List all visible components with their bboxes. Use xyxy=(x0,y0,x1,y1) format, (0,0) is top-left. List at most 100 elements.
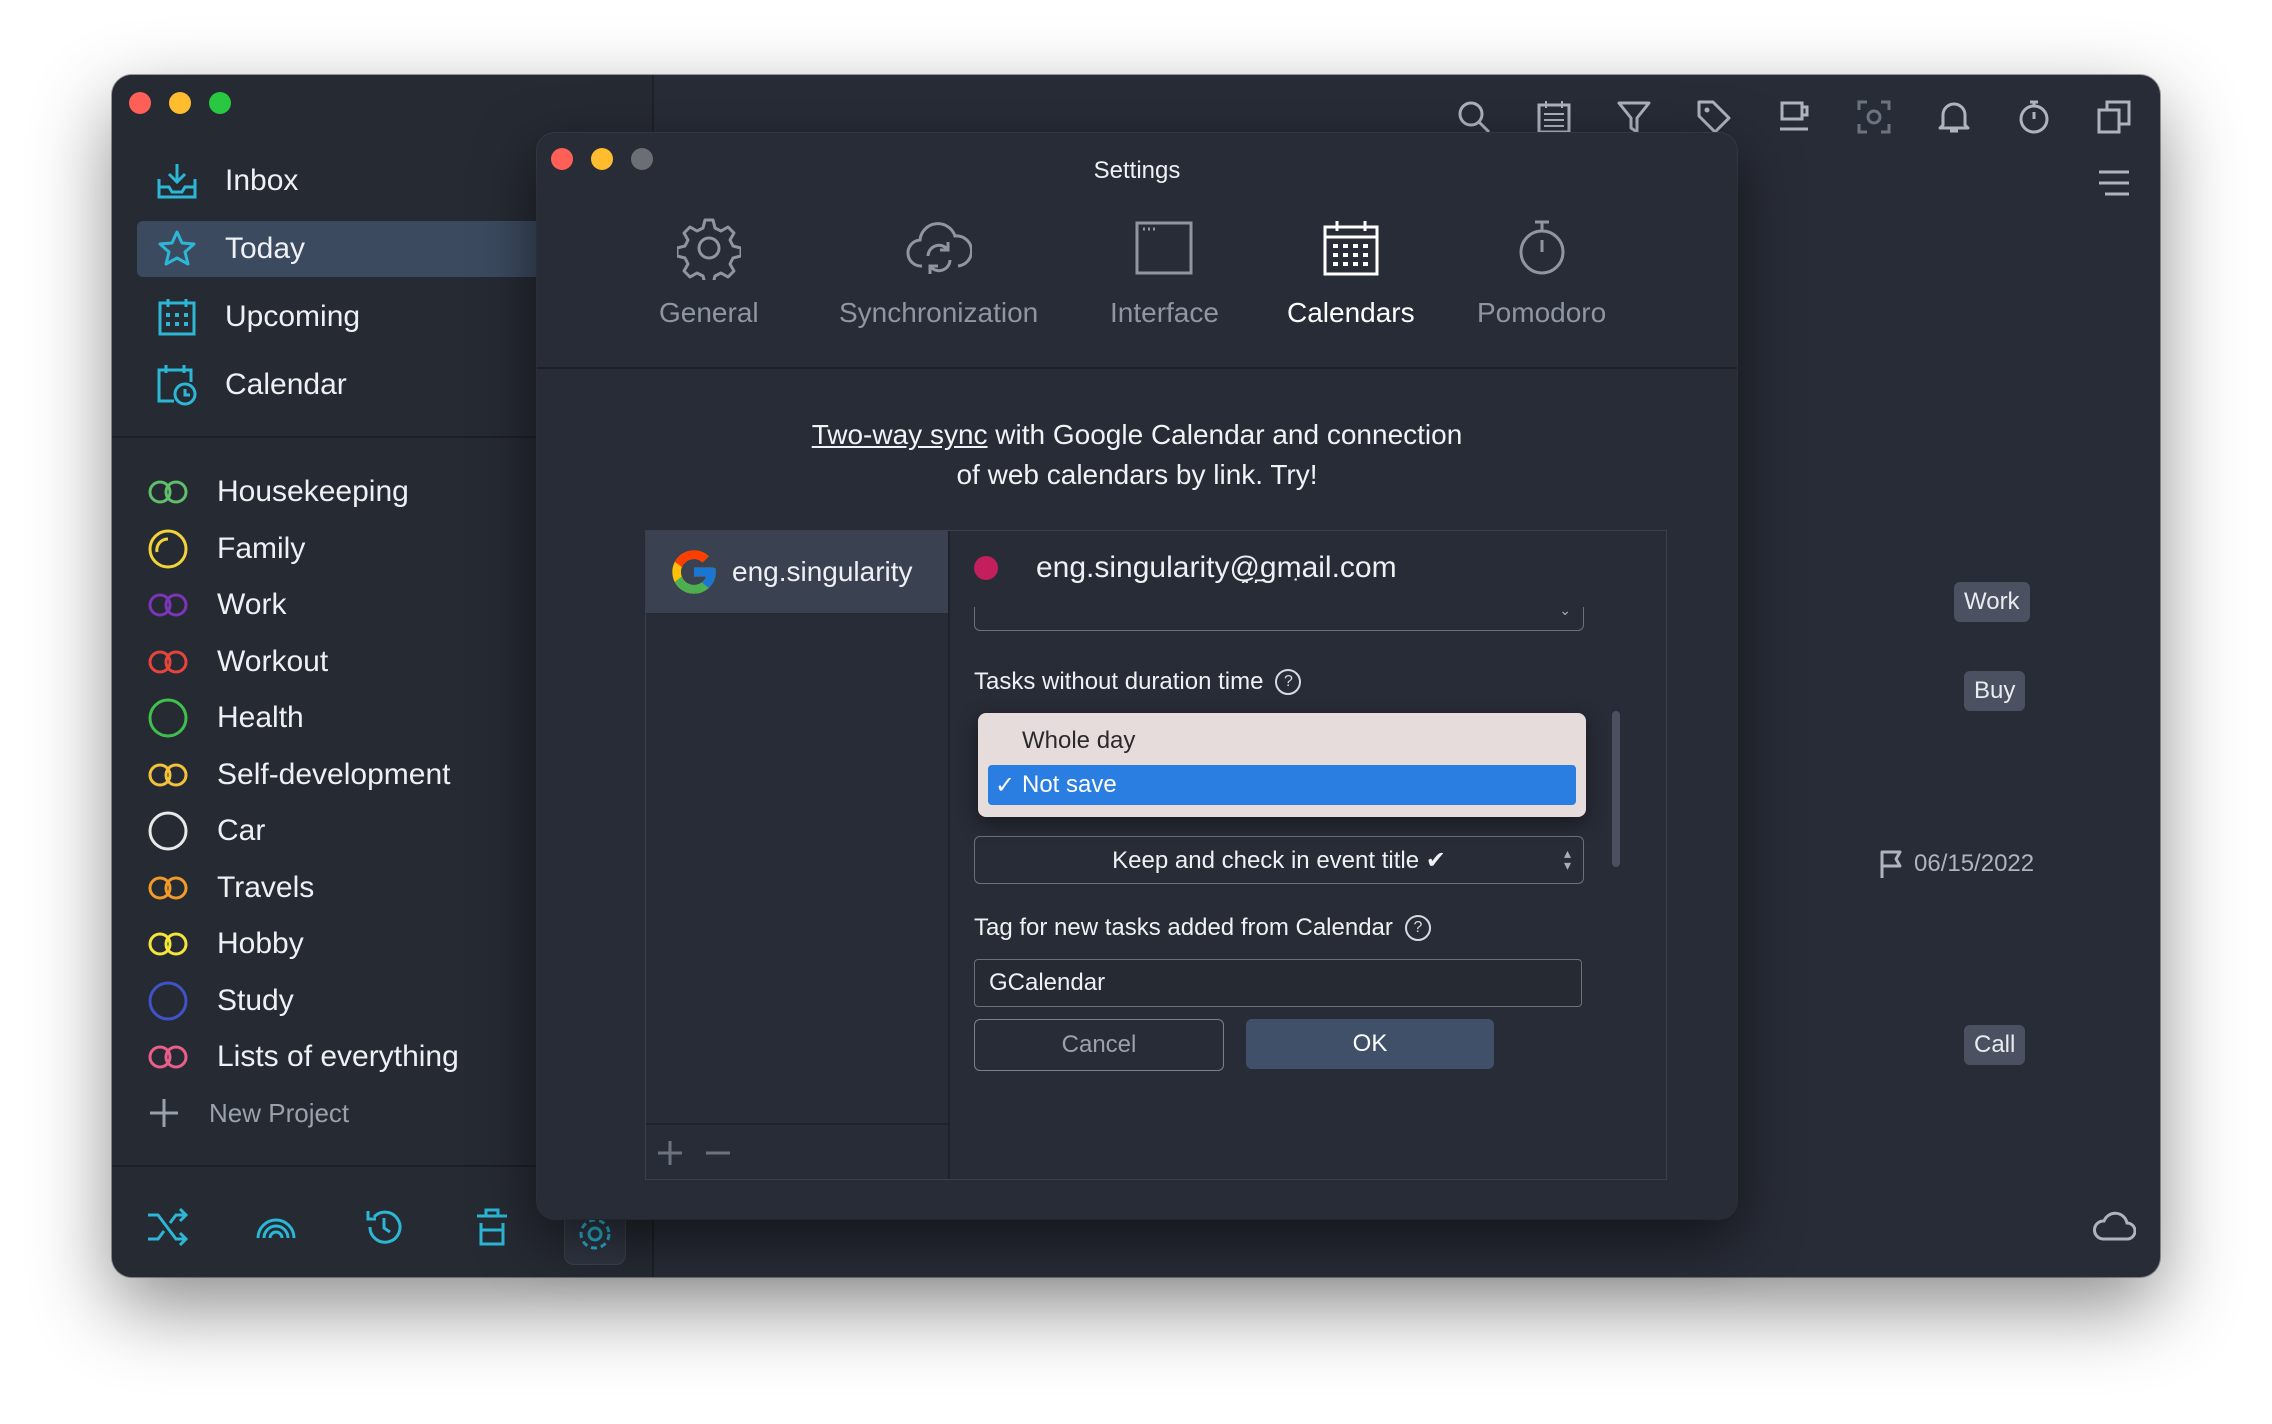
two-way-sync-link[interactable]: Two-way sync xyxy=(812,419,988,450)
circle-icon xyxy=(147,980,189,1022)
account-email: eng.singularity@gmail.com xyxy=(1036,551,1397,584)
task-tag-chip: Buy xyxy=(1964,671,2026,711)
intro-line2: of web calendars by link. Try! xyxy=(956,459,1318,490)
stopwatch-icon[interactable] xyxy=(2012,95,2056,139)
account-header: eng.singularity@gmail.com xyxy=(974,551,1397,585)
tab-interface[interactable]: Interface xyxy=(1110,213,1219,329)
tag-label-text: Tag for new tasks added from Calendar xyxy=(974,914,1393,941)
trash-icon[interactable] xyxy=(468,1203,516,1251)
account-list-footer xyxy=(646,1123,948,1125)
option-label: Whole day xyxy=(1022,727,1136,754)
calendars-intro: Two-way sync with Google Calendar and co… xyxy=(537,415,1737,495)
google-icon xyxy=(672,550,716,594)
rainbow-icon[interactable] xyxy=(252,1203,300,1251)
gear-icon xyxy=(674,213,744,283)
sidebar-project-item[interactable]: Study xyxy=(147,976,294,1026)
add-account-button[interactable] xyxy=(650,1135,690,1171)
tab-calendars-label: Calendars xyxy=(1287,297,1415,328)
account-list-item[interactable]: eng.singularity xyxy=(646,531,948,613)
sidebar-project-item[interactable]: Lists of everything xyxy=(147,1032,459,1082)
minimize-window-button[interactable] xyxy=(169,92,191,114)
event-title-select-value: Keep and check in event title ✔ xyxy=(1112,846,1446,874)
infinity-icon xyxy=(147,762,189,788)
dropdown-option-whole-day[interactable]: Whole day xyxy=(988,721,1576,761)
sidebar-project-item[interactable]: Self-development xyxy=(147,750,450,800)
sidebar-project-item[interactable]: Travels xyxy=(147,863,314,913)
history-icon[interactable] xyxy=(360,1203,408,1251)
sidebar-project-item[interactable]: Hobby xyxy=(147,919,304,969)
sidebar-project-label: Workout xyxy=(217,645,329,678)
ok-button[interactable]: OK xyxy=(1246,1019,1494,1069)
focus-icon[interactable] xyxy=(1852,95,1896,139)
dialog-title: Settings xyxy=(1093,157,1181,184)
infinity-icon xyxy=(147,592,189,618)
help-icon[interactable]: ? xyxy=(1275,669,1302,695)
infinity-icon xyxy=(147,479,189,505)
nav-upcoming-label: Upcoming xyxy=(225,300,361,333)
windows-icon[interactable] xyxy=(2092,95,2136,139)
sidebar-project-item[interactable]: Family xyxy=(147,524,305,574)
tab-general[interactable]: General xyxy=(659,213,759,329)
menu-icon[interactable] xyxy=(2092,161,2136,205)
sidebar-project-label: Housekeeping xyxy=(217,475,409,508)
sidebar-project-item[interactable]: Work xyxy=(147,580,286,630)
infinity-icon xyxy=(147,931,189,957)
sidebar-project-label: Lists of everything xyxy=(217,1040,459,1073)
account-detail: eng.singularity@gmail.com 15 min. ⌄ Task… xyxy=(950,531,1666,1179)
due-date-text: 06/15/2022 xyxy=(1914,850,2035,877)
cancel-button[interactable]: Cancel xyxy=(974,1019,1224,1071)
sidebar-project-label: Car xyxy=(217,814,266,847)
help-icon[interactable]: ? xyxy=(1404,915,1431,941)
account-color-dot xyxy=(974,556,998,580)
plus-icon xyxy=(150,1099,178,1127)
nav-today-label: Today xyxy=(225,232,306,265)
duration-dropdown-menu: Whole day ✓ Not save xyxy=(978,713,1586,817)
circle-icon xyxy=(147,810,189,852)
zoom-window-button[interactable] xyxy=(209,92,231,114)
close-window-button[interactable] xyxy=(129,92,151,114)
plus-icon xyxy=(658,1141,682,1165)
coffee-cup-icon[interactable] xyxy=(1772,95,1816,139)
remove-account-button[interactable] xyxy=(698,1135,738,1171)
tag-input[interactable]: GCalendar xyxy=(974,959,1582,1007)
option-label: Not save xyxy=(1022,771,1117,798)
sidebar-project-item[interactable]: Health xyxy=(147,693,304,743)
nav-inbox-label: Inbox xyxy=(225,164,299,197)
updown-chevron-icon: ▴ ▾ xyxy=(1563,845,1571,873)
flag-icon xyxy=(1880,850,1902,878)
dropdown-option-not-save[interactable]: ✓ Not save xyxy=(988,765,1576,805)
bell-icon[interactable] xyxy=(1932,95,1976,139)
settings-dialog: Settings General Synchronization Interfa… xyxy=(537,133,1737,1219)
sidebar-project-item[interactable]: Workout xyxy=(147,637,328,687)
new-project-button[interactable]: New Project xyxy=(147,1088,349,1138)
dialog-divider xyxy=(537,367,1737,369)
cloud-sync-icon[interactable] xyxy=(2092,1210,2137,1247)
sidebar-project-label: Hobby xyxy=(217,927,304,960)
tab-synchronization[interactable]: Synchronization xyxy=(839,213,1038,329)
tab-calendars[interactable]: Calendars xyxy=(1287,213,1415,329)
checkmark-icon: ✓ xyxy=(994,771,1016,799)
task-due-date: 06/15/2022 xyxy=(1878,849,2034,879)
account-list: eng.singularity xyxy=(646,531,950,1179)
tab-synchronization-label: Synchronization xyxy=(839,297,1039,328)
infinity-icon xyxy=(147,875,189,901)
calendar-accounts-panel: eng.singularity eng.singularity@gmail.co… xyxy=(645,530,1667,1180)
intro-line1: with Google Calendar and connection xyxy=(987,419,1463,450)
tab-pomodoro[interactable]: Pomodoro xyxy=(1477,213,1606,329)
sidebar-project-label: Study xyxy=(217,984,294,1017)
sidebar-project-item[interactable]: Car xyxy=(147,806,265,856)
calendar-clock-icon xyxy=(155,363,199,407)
circle-icon xyxy=(147,697,189,739)
scroll-clip xyxy=(950,583,1666,607)
nav-calendar-label: Calendar xyxy=(225,368,347,401)
sidebar-project-item[interactable]: Housekeeping xyxy=(147,467,409,517)
event-title-select[interactable]: Keep and check in event title ✔ ▴ ▾ xyxy=(974,836,1584,884)
star-icon xyxy=(155,227,199,271)
task-tag-chip: Work xyxy=(1954,582,2030,622)
scrollbar[interactable] xyxy=(1612,711,1620,867)
shuffle-icon[interactable] xyxy=(144,1203,192,1251)
sidebar-project-label: Work xyxy=(217,588,287,621)
circle-arc-icon xyxy=(147,528,189,570)
tab-general-label: General xyxy=(659,297,759,328)
stopwatch-icon xyxy=(1507,213,1577,283)
